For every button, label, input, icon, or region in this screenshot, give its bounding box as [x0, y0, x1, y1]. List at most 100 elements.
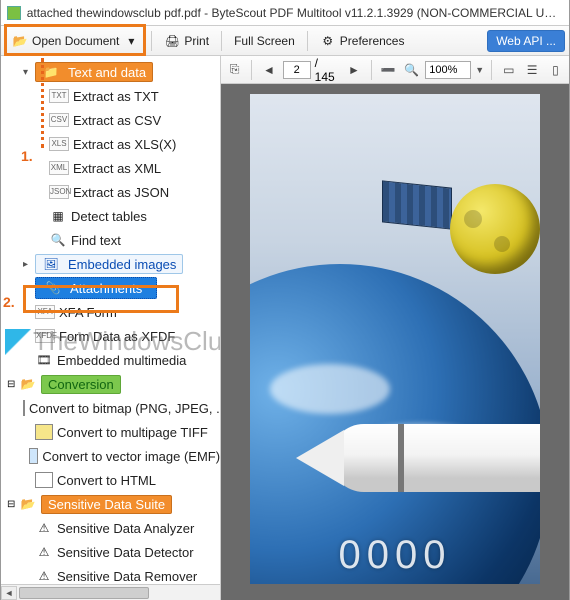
page-number-input[interactable]	[283, 61, 311, 79]
tree-node-find-text[interactable]: 🔍 Find text	[1, 228, 220, 252]
tree-node-conversion[interactable]: ⊟ 📂 Conversion	[1, 372, 220, 396]
gear-icon: ⚙	[320, 33, 336, 49]
tree-node-convert-html[interactable]: Convert to HTML	[1, 468, 220, 492]
detect-tables-label: Detect tables	[71, 209, 147, 224]
xfa-badge-icon: XFA	[35, 305, 55, 319]
preferences-label: Preferences	[340, 34, 405, 48]
zoom-dropdown-icon[interactable]: ▼	[475, 65, 484, 75]
sd-analyzer-label: Sensitive Data Analyzer	[57, 521, 194, 536]
web-api-button[interactable]: Web API ...	[487, 30, 565, 52]
tree-node-convert-vector[interactable]: Convert to vector image (EMF)	[1, 444, 220, 468]
extract-xls-label: Extract as XLS(X)	[73, 137, 176, 152]
form-data-xfdf-label: Form Data as XFDF	[59, 329, 175, 344]
minus-icon: ⊟	[7, 379, 19, 390]
toolbar-separator	[371, 60, 372, 80]
folder-open-icon: 📂	[12, 33, 28, 49]
caret-right-icon: ▸	[23, 259, 35, 270]
extract-json-label: Extract as JSON	[73, 185, 169, 200]
convert-vector-label: Convert to vector image (EMF)	[42, 449, 220, 464]
tree-node-sd-detector[interactable]: ⚠ Sensitive Data Detector	[1, 540, 220, 564]
layout-single-button[interactable]: ▭	[499, 60, 518, 80]
minus-icon: ⊟	[7, 499, 19, 510]
prev-page-button[interactable]: ◄	[259, 60, 278, 80]
fullscreen-button[interactable]: Full Screen	[227, 30, 302, 52]
open-document-label: Open Document	[32, 34, 119, 48]
folder-icon: 📁	[42, 64, 60, 80]
window-title: attached thewindowsclub pdf.pdf - ByteSc…	[27, 6, 563, 20]
sd-detector-label: Sensitive Data Detector	[57, 545, 194, 560]
tree-node-detect-tables[interactable]: ▦ Detect tables	[1, 204, 220, 228]
dropdown-caret-icon: ▾	[123, 33, 139, 49]
satellite-graphic	[400, 154, 540, 274]
print-button[interactable]: 🖨 Print	[157, 29, 216, 53]
layout-continuous-button[interactable]: ☰	[522, 60, 541, 80]
main-toolbar: 📂 Open Document ▾ 🖨 Print Full Screen ⚙ …	[1, 26, 569, 56]
attachments-label: Attachments	[70, 281, 142, 296]
text-and-data-label: Text and data	[68, 65, 146, 80]
zoom-out-button[interactable]: ➖	[379, 60, 398, 80]
folder-open-icon: 📂	[19, 376, 37, 392]
zoom-in-button[interactable]: 🔍	[402, 60, 421, 80]
tree-node-extract-xls[interactable]: XLS Extract as XLS(X)	[1, 132, 220, 156]
tree-node-xfa-form[interactable]: XFA XFA Form	[1, 300, 220, 324]
web-api-label: Web API ...	[496, 34, 556, 48]
main-area: 1. 2. ▾ 📁 Text and data TXT Extract as T…	[1, 56, 569, 600]
table-icon: ▦	[49, 208, 67, 224]
sidebar-toggle-button[interactable]: ⎘	[225, 60, 244, 80]
fullscreen-label: Full Screen	[234, 34, 295, 48]
toolbar-separator	[151, 31, 152, 51]
xfa-form-label: XFA Form	[59, 305, 117, 320]
viewer-toolbar: ⎘ ◄ / 145 ► ➖ 🔍 ▼ ▭ ☰ ▯	[221, 56, 569, 84]
open-document-button[interactable]: 📂 Open Document ▾	[5, 29, 146, 53]
csv-badge-icon: CSV	[49, 113, 69, 127]
zoom-input[interactable]	[425, 61, 471, 79]
window-titlebar: attached thewindowsclub pdf.pdf - ByteSc…	[1, 0, 569, 26]
tree-node-sensitive-suite[interactable]: ⊟ 📂 Sensitive Data Suite	[1, 492, 220, 516]
scroll-thumb[interactable]	[19, 587, 149, 599]
xml-badge-icon: XML	[49, 161, 69, 175]
preferences-button[interactable]: ⚙ Preferences	[313, 29, 412, 53]
xfdf-badge-icon: XFDF	[35, 329, 55, 343]
sidebar-tree: 1. 2. ▾ 📁 Text and data TXT Extract as T…	[1, 56, 221, 600]
rocket-graphic	[310, 394, 540, 524]
tree-node-extract-txt[interactable]: TXT Extract as TXT	[1, 84, 220, 108]
tree-node-extract-csv[interactable]: CSV Extract as CSV	[1, 108, 220, 132]
convert-tiff-label: Convert to multipage TIFF	[57, 425, 208, 440]
annotation-number-1: 1.	[21, 148, 33, 164]
tiff-icon	[35, 424, 53, 440]
images-icon: 🖼	[42, 256, 60, 272]
tree-node-form-data-xfdf[interactable]: XFDF Form Data as XFDF	[1, 324, 220, 348]
tree-node-convert-tiff[interactable]: Convert to multipage TIFF	[1, 420, 220, 444]
extract-xml-label: Extract as XML	[73, 161, 161, 176]
printer-icon: 🖨	[164, 33, 180, 49]
annotation-number-2: 2.	[3, 294, 15, 310]
find-text-label: Find text	[71, 233, 121, 248]
tree-node-text-and-data[interactable]: ▾ 📁 Text and data	[1, 60, 220, 84]
paperclip-icon: 📎	[44, 280, 62, 296]
bitmap-icon	[23, 400, 25, 416]
toolbar-separator	[491, 60, 492, 80]
layout-facing-button[interactable]: ▯	[546, 60, 565, 80]
toolbar-separator	[221, 31, 222, 51]
tree-node-extract-json[interactable]: JSON Extract as JSON	[1, 180, 220, 204]
scroll-left-icon[interactable]: ◄	[1, 586, 17, 600]
vector-icon	[29, 448, 39, 464]
viewer-canvas[interactable]: 0000	[221, 84, 569, 600]
warning-icon: ⚠	[35, 520, 53, 536]
tree-node-sd-analyzer[interactable]: ⚠ Sensitive Data Analyzer	[1, 516, 220, 540]
embedded-images-label: Embedded images	[68, 257, 176, 272]
binoculars-icon: 🔍	[49, 232, 67, 248]
tree-node-convert-bitmap[interactable]: Convert to bitmap (PNG, JPEG, ...)	[1, 396, 220, 420]
multimedia-icon: 🎞	[35, 352, 53, 368]
txt-badge-icon: TXT	[49, 89, 69, 103]
tree-node-embedded-multimedia[interactable]: 🎞 Embedded multimedia	[1, 348, 220, 372]
sidebar-horizontal-scrollbar[interactable]: ◄ ►	[1, 584, 221, 600]
tree-node-extract-xml[interactable]: XML Extract as XML	[1, 156, 220, 180]
tree-root: ▾ 📁 Text and data TXT Extract as TXT CSV…	[1, 60, 220, 588]
toolbar-separator	[307, 31, 308, 51]
sensitive-suite-label: Sensitive Data Suite	[48, 497, 165, 512]
tree-node-embedded-images[interactable]: ▸ 🖼 Embedded images	[1, 252, 220, 276]
tree-node-attachments[interactable]: 📎 Attachments	[1, 276, 220, 300]
warning-icon: ⚠	[35, 544, 53, 560]
next-page-button[interactable]: ►	[344, 60, 363, 80]
